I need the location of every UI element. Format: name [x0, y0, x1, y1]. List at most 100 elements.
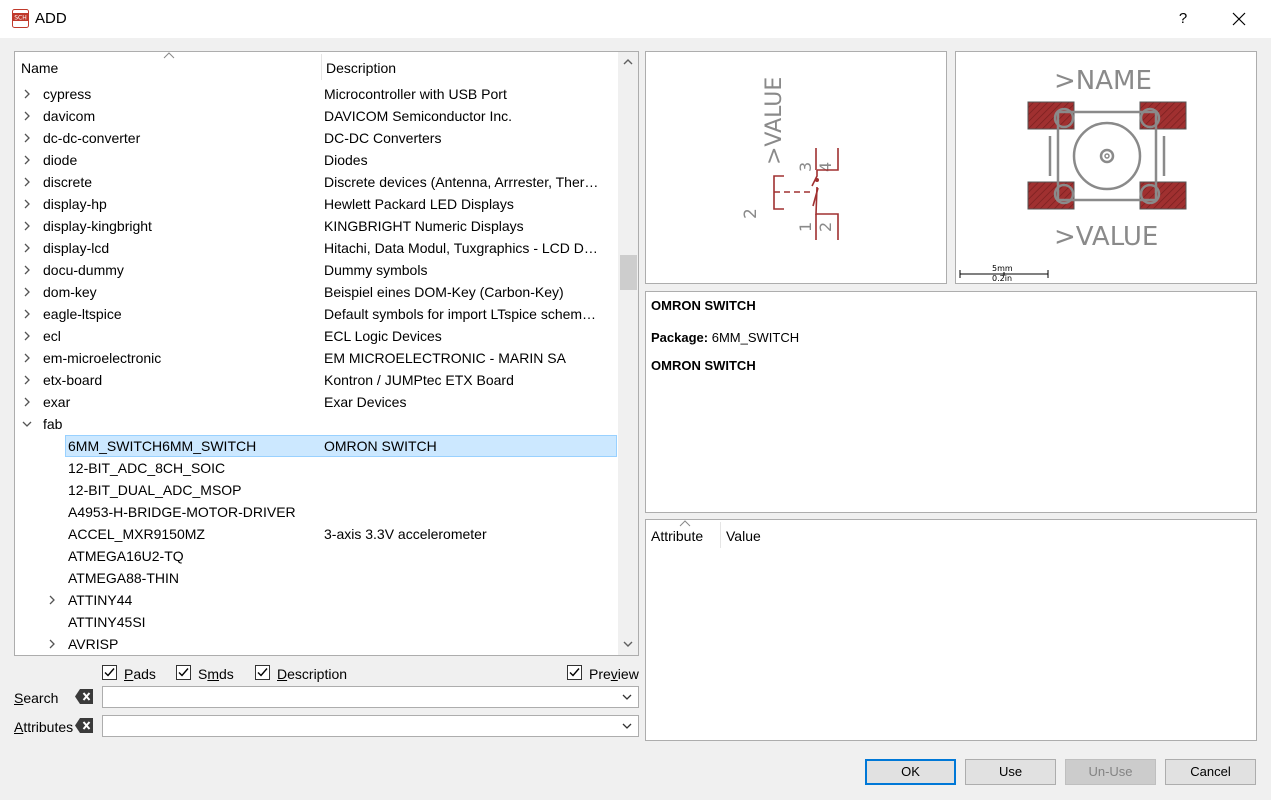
- scale-bar: 5mm 0.2in: [959, 264, 1049, 283]
- chevron-right-icon[interactable]: [22, 353, 32, 363]
- tree-row[interactable]: 12-BIT_ADC_8CH_SOIC: [15, 457, 618, 479]
- description-label: Description: [277, 666, 348, 682]
- tree-row[interactable]: display-lcd Hitachi, Data Modul, Tuxgraph…: [15, 237, 618, 259]
- tree-row-name: display-kingbright: [43, 218, 152, 234]
- tree-row[interactable]: cypress Microcontroller with USB Port: [15, 83, 618, 105]
- tree-row[interactable]: davicom DAVICOM Semiconductor Inc.: [15, 105, 618, 127]
- tree-row[interactable]: dc-dc-converter DC-DC Converters: [15, 127, 618, 149]
- unuse-button[interactable]: Un-Use: [1065, 759, 1156, 785]
- info-description: OMRON SWITCH: [651, 358, 756, 373]
- tree-row[interactable]: eagle-ltspice Default symbols for import …: [15, 303, 618, 325]
- tree-row-description: Dummy symbols: [324, 262, 428, 278]
- column-header-name[interactable]: Name: [21, 60, 58, 76]
- tree-row[interactable]: 6MM_SWITCH6MM_SWITCH OMRON SWITCH: [15, 435, 618, 457]
- chevron-right-icon[interactable]: [22, 243, 32, 253]
- pin-label-3: 3: [796, 162, 815, 172]
- description-checkbox[interactable]: [255, 665, 270, 680]
- attributes-input[interactable]: [102, 715, 639, 737]
- chevron-right-icon[interactable]: [47, 595, 57, 605]
- tree-row-name: discrete: [43, 174, 93, 190]
- tree-row[interactable]: ACCEL_MXR9150MZ 3-axis 3.3V accelerometer: [15, 523, 618, 545]
- attribute-table[interactable]: Attribute Value: [645, 519, 1257, 741]
- pads-label: Pads: [124, 666, 156, 682]
- cancel-button[interactable]: Cancel: [1165, 759, 1256, 785]
- tree-row[interactable]: 12-BIT_DUAL_ADC_MSOP: [15, 479, 618, 501]
- tree-row-name: em-microelectronic: [43, 350, 162, 366]
- pads-checkbox[interactable]: [102, 665, 117, 680]
- tree-row[interactable]: fab: [15, 413, 618, 435]
- clear-search-icon[interactable]: [75, 688, 94, 705]
- sort-ascending-icon[interactable]: [163, 51, 175, 59]
- chevron-right-icon[interactable]: [22, 265, 32, 275]
- search-label: Search: [14, 690, 59, 706]
- scroll-thumb[interactable]: [620, 255, 637, 290]
- column-header-description[interactable]: Description: [326, 60, 396, 76]
- tree-row[interactable]: em-microelectronic EM MICROELECTRONIC - M…: [15, 347, 618, 369]
- tree-row[interactable]: display-kingbright KINGBRIGHT Numeric Dis…: [15, 215, 618, 237]
- tree-row[interactable]: ATTINY45SI: [15, 611, 618, 633]
- tree-row-name: diode: [43, 152, 78, 168]
- column-header-value[interactable]: Value: [726, 528, 761, 544]
- chevron-down-icon[interactable]: [22, 419, 32, 429]
- tree-row[interactable]: ecl ECL Logic Devices: [15, 325, 618, 347]
- tree-row-name: davicom: [43, 108, 96, 124]
- chevron-right-icon[interactable]: [22, 331, 32, 341]
- tree-row[interactable]: A4953-H-BRIDGE-MOTOR-DRIVER: [15, 501, 618, 523]
- tree-scrollbar[interactable]: [618, 52, 638, 655]
- use-button[interactable]: Use: [965, 759, 1056, 785]
- tree-row[interactable]: etx-board Kontron / JUMPtec ETX Board: [15, 369, 618, 391]
- library-tree[interactable]: Name Description cypress Microcontroller …: [14, 51, 639, 656]
- chevron-right-icon[interactable]: [22, 89, 32, 99]
- tree-row-description: Exar Devices: [324, 394, 407, 410]
- preview-checkbox[interactable]: [567, 665, 582, 680]
- tree-row[interactable]: docu-dummy Dummy symbols: [15, 259, 618, 281]
- column-header-attribute[interactable]: Attribute: [651, 528, 703, 544]
- chevron-right-icon[interactable]: [22, 155, 32, 165]
- symbol-part-number: 2: [741, 208, 761, 219]
- chevron-right-icon[interactable]: [22, 111, 32, 121]
- preview-label: Preview: [589, 666, 639, 682]
- switch-symbol: >VALUE 2 3 4 1 2: [741, 77, 839, 240]
- scroll-down-icon[interactable]: [622, 638, 634, 650]
- chevron-right-icon[interactable]: [22, 133, 32, 143]
- tree-row[interactable]: exar Exar Devices: [15, 391, 618, 413]
- pin-label-2: 2: [816, 222, 835, 232]
- ok-button[interactable]: OK: [865, 759, 956, 785]
- help-button[interactable]: ?: [1172, 8, 1194, 30]
- column-divider[interactable]: [321, 54, 322, 80]
- chevron-right-icon[interactable]: [22, 287, 32, 297]
- clear-attributes-icon[interactable]: [75, 717, 94, 734]
- check-icon: [104, 668, 115, 677]
- tree-row[interactable]: ATTINY44: [15, 589, 618, 611]
- chevron-right-icon[interactable]: [22, 177, 32, 187]
- sort-ascending-icon[interactable]: [679, 519, 691, 527]
- tree-row[interactable]: diode Diodes: [15, 149, 618, 171]
- tree-row[interactable]: ATMEGA16U2-TQ: [15, 545, 618, 567]
- chevron-down-icon[interactable]: [622, 723, 632, 730]
- search-input[interactable]: [102, 686, 639, 708]
- tree-rows: cypress Microcontroller with USB Port davi…: [15, 83, 618, 655]
- tree-row-name: ecl: [43, 328, 61, 344]
- column-divider[interactable]: [720, 522, 721, 548]
- device-info: OMRON SWITCH Package: 6MM_SWITCH OMRON S…: [645, 291, 1257, 513]
- close-icon[interactable]: [1228, 8, 1250, 30]
- tree-row[interactable]: AVRISP: [15, 633, 618, 655]
- chevron-right-icon[interactable]: [47, 639, 57, 649]
- chevron-right-icon[interactable]: [22, 397, 32, 407]
- tree-row-name: eagle-ltspice: [43, 306, 122, 322]
- tree-row[interactable]: display-hp Hewlett Packard LED Displays: [15, 193, 618, 215]
- tree-row-description: Discrete devices (Antenna, Arrrester, Th…: [324, 174, 599, 190]
- window-title: ADD: [35, 10, 67, 27]
- tree-row[interactable]: dom-key Beispiel eines DOM-Key (Carbon-Ke…: [15, 281, 618, 303]
- tree-row-name: 12-BIT_DUAL_ADC_MSOP: [68, 482, 242, 498]
- chevron-right-icon[interactable]: [22, 375, 32, 385]
- chevron-right-icon[interactable]: [22, 221, 32, 231]
- check-icon: [257, 668, 268, 677]
- chevron-right-icon[interactable]: [22, 309, 32, 319]
- scroll-up-icon[interactable]: [622, 56, 634, 68]
- tree-row[interactable]: discrete Discrete devices (Antenna, Arrre…: [15, 171, 618, 193]
- tree-row[interactable]: ATMEGA88-THIN: [15, 567, 618, 589]
- smds-checkbox[interactable]: [176, 665, 191, 680]
- chevron-down-icon[interactable]: [622, 694, 632, 701]
- chevron-right-icon[interactable]: [22, 199, 32, 209]
